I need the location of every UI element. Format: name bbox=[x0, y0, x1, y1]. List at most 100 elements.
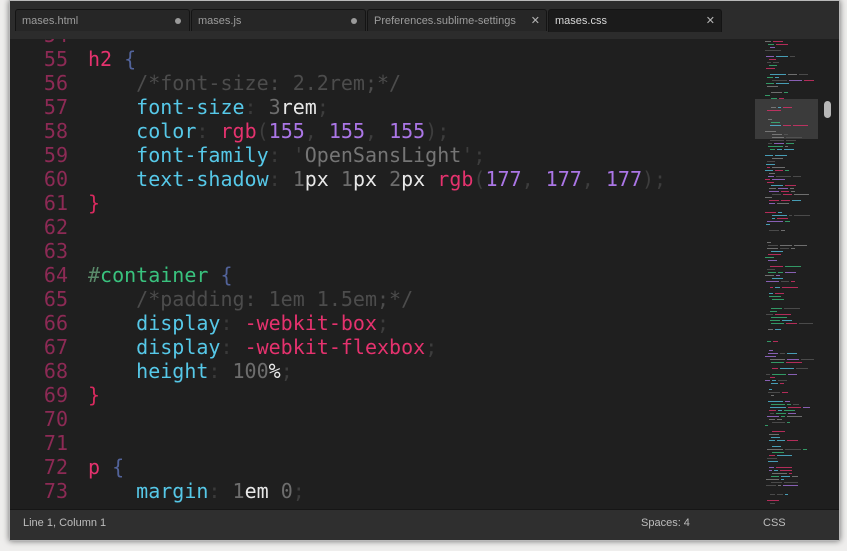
code-line[interactable]: 68 height: 100%; bbox=[10, 359, 755, 383]
syntax-mode[interactable]: CSS bbox=[763, 510, 786, 536]
minimap-line bbox=[768, 176, 774, 177]
code-line[interactable]: 65 /*padding: 1em 1.5em;*/ bbox=[10, 287, 755, 311]
code-text[interactable]: #container { bbox=[88, 263, 233, 287]
code-text[interactable]: display: -webkit-box; bbox=[88, 311, 389, 335]
code-text[interactable]: } bbox=[88, 191, 100, 215]
minimap-line bbox=[787, 359, 799, 360]
minimap-line bbox=[804, 80, 814, 81]
code-text[interactable]: display: -webkit-flexbox; bbox=[88, 335, 437, 359]
code-token: height bbox=[136, 359, 209, 383]
code-line[interactable]: 54 bbox=[10, 39, 755, 47]
minimap-line bbox=[777, 203, 789, 204]
line-number: 65 bbox=[43, 287, 68, 311]
minimap-line bbox=[766, 485, 776, 486]
minimap-line bbox=[781, 479, 784, 480]
minimap-line bbox=[769, 200, 779, 201]
minimap-line bbox=[772, 452, 784, 453]
minimap[interactable] bbox=[755, 39, 818, 509]
minimap-line bbox=[772, 179, 785, 180]
code-token: px bbox=[401, 167, 426, 191]
code-text[interactable]: color: rgb(155, 155, 155); bbox=[88, 119, 449, 143]
code-line[interactable]: 57 font-size: 3rem; bbox=[10, 95, 755, 119]
minimap-line bbox=[771, 251, 783, 252]
code-token: OpenSansLight bbox=[304, 143, 462, 167]
code-line[interactable]: 62 bbox=[10, 215, 755, 239]
minimap-line bbox=[776, 83, 789, 84]
code-text[interactable]: margin: 1em 0; bbox=[88, 479, 305, 503]
tab-mases-html[interactable]: mases.html bbox=[15, 9, 190, 31]
code-line[interactable]: 63 bbox=[10, 239, 755, 263]
indentation-setting[interactable]: Spaces: 4 bbox=[641, 510, 690, 536]
code-token: ( bbox=[473, 167, 486, 191]
code-token: : bbox=[208, 359, 221, 383]
code-text[interactable]: h2 { bbox=[88, 47, 136, 71]
code-text[interactable]: font-family: 'OpenSansLight'; bbox=[88, 143, 485, 167]
minimap-line bbox=[769, 203, 775, 204]
minimap-line bbox=[767, 77, 773, 78]
tab-mases-js[interactable]: mases.js bbox=[191, 9, 366, 31]
code-line[interactable]: 66 display: -webkit-box; bbox=[10, 311, 755, 335]
code-line[interactable]: 64 #container { bbox=[10, 263, 755, 287]
minimap-line bbox=[786, 137, 802, 138]
scrollbar-thumb[interactable] bbox=[824, 101, 831, 118]
code-token: px bbox=[304, 167, 329, 191]
minimap-line bbox=[775, 287, 780, 288]
minimap-line bbox=[766, 479, 779, 480]
code-text[interactable]: /*padding: 1em 1.5em;*/ bbox=[88, 287, 413, 311]
code-line[interactable]: 73 margin: 1em 0; bbox=[10, 479, 755, 503]
code-text[interactable]: } bbox=[88, 383, 100, 407]
minimap-line bbox=[796, 368, 808, 369]
minimap-line bbox=[769, 410, 776, 411]
code-line[interactable]: 69} bbox=[10, 383, 755, 407]
minimap-viewport[interactable] bbox=[755, 99, 818, 139]
code-line[interactable]: 67 display: -webkit-flexbox; bbox=[10, 335, 755, 359]
modified-indicator-icon[interactable] bbox=[351, 18, 357, 24]
code-text[interactable]: p { bbox=[88, 455, 124, 479]
code-token: : bbox=[268, 167, 281, 191]
minimap-line bbox=[793, 176, 801, 177]
minimap-line bbox=[768, 272, 776, 273]
minimap-line bbox=[765, 356, 776, 357]
vertical-scrollbar[interactable] bbox=[818, 39, 839, 509]
tab-preferences-settings[interactable]: Preferences.sublime-settings ✕ bbox=[367, 9, 547, 31]
minimap-line bbox=[780, 383, 784, 384]
minimap-line bbox=[775, 329, 781, 330]
minimap-line bbox=[768, 119, 772, 120]
code-line[interactable]: 59 font-family: 'OpenSansLight'; bbox=[10, 143, 755, 167]
code-line[interactable]: 60 text-shadow: 1px 1px 2px rgb(177, 177… bbox=[10, 167, 755, 191]
minimap-line bbox=[765, 275, 774, 276]
code-line[interactable]: 55 h2 { bbox=[10, 47, 755, 71]
line-number: 71 bbox=[43, 431, 68, 455]
close-icon[interactable]: ✕ bbox=[706, 10, 715, 32]
code-editor[interactable]: 5455h2 {56 /*font-size: 2.2rem;*/57 font… bbox=[10, 39, 755, 509]
minimap-line bbox=[769, 389, 772, 390]
code-line[interactable]: 71 bbox=[10, 431, 755, 455]
minimap-line bbox=[789, 80, 802, 81]
close-icon[interactable]: ✕ bbox=[531, 10, 540, 32]
modified-indicator-icon[interactable] bbox=[175, 18, 181, 24]
minimap-line bbox=[769, 455, 775, 456]
code-line[interactable]: 58 color: rgb(155, 155, 155); bbox=[10, 119, 755, 143]
tab-mases-css[interactable]: mases.css ✕ bbox=[548, 9, 722, 32]
line-number: 60 bbox=[43, 167, 68, 191]
minimap-line bbox=[775, 77, 779, 78]
code-text[interactable]: /*font-size: 2.2rem;*/ bbox=[88, 71, 401, 95]
code-line[interactable]: 70 bbox=[10, 407, 755, 431]
minimap-line bbox=[778, 107, 781, 108]
minimap-line bbox=[781, 281, 789, 282]
minimap-line bbox=[791, 191, 795, 192]
code-line[interactable]: 56 /*font-size: 2.2rem;*/ bbox=[10, 71, 755, 95]
code-line[interactable]: 72 p { bbox=[10, 455, 755, 479]
minimap-line bbox=[767, 182, 774, 183]
line-number: 68 bbox=[43, 359, 68, 383]
code-text[interactable]: height: 100%; bbox=[88, 359, 293, 383]
code-text[interactable]: text-shadow: 1px 1px 2px rgb(177, 177, 1… bbox=[88, 167, 666, 191]
minimap-line bbox=[771, 317, 787, 318]
code-token: , bbox=[304, 119, 329, 143]
code-line[interactable]: 61} bbox=[10, 191, 755, 215]
minimap-line bbox=[772, 431, 785, 432]
minimap-line bbox=[770, 140, 784, 141]
code-text[interactable]: font-size: 3rem; bbox=[88, 95, 329, 119]
